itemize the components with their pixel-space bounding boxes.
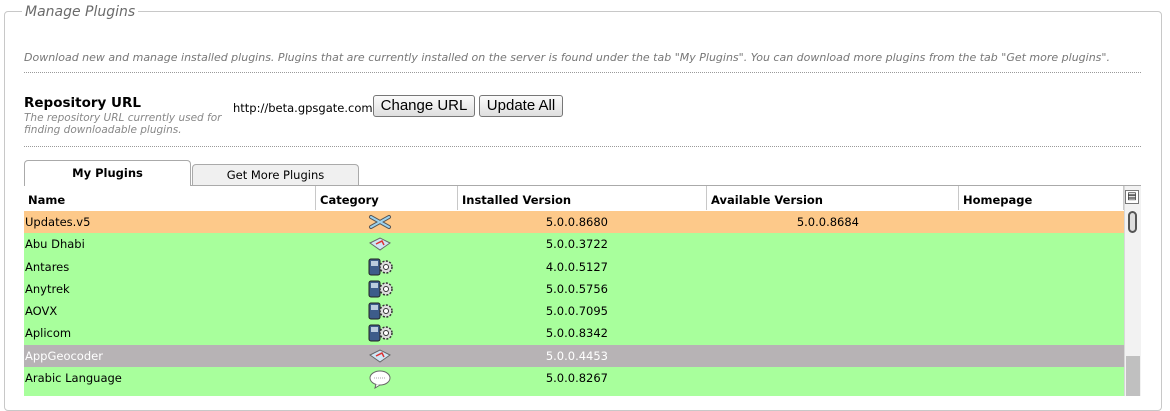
table-row[interactable]: AppGeocoder 5.0.0.4453 xyxy=(24,344,1124,368)
table-body: Updates.v5 5.0.0.8680 5.0.0.8684 Abu Dhabi 5… xyxy=(24,211,1124,396)
table-row[interactable] xyxy=(24,389,1124,396)
scrollbar-thumb[interactable] xyxy=(1128,211,1137,233)
table-row[interactable]: Aplicom 5.0.0.8342 xyxy=(24,322,1124,345)
column-header-homepage[interactable]: Homepage xyxy=(959,186,1124,210)
available-version xyxy=(24,278,859,300)
divider xyxy=(24,146,1141,147)
scrollbar-track xyxy=(1126,356,1140,396)
update-all-button[interactable]: Update All xyxy=(479,95,563,117)
table-row[interactable]: Updates.v5 5.0.0.8680 5.0.0.8684 xyxy=(24,211,1124,234)
table-row[interactable]: Arabic Language 5.0.0.8267 xyxy=(24,367,1124,390)
repository-subtitle: The repository URL currently used for fi… xyxy=(24,112,222,136)
column-header-installed-version[interactable]: Installed Version xyxy=(458,186,707,210)
plugins-table: Name Category Installed Version Availabl… xyxy=(24,185,1141,396)
panel-legend: Manage Plugins xyxy=(22,4,139,20)
table-row[interactable]: Anytrek 5.0.0.5756 xyxy=(24,277,1124,301)
repository-title: Repository URL xyxy=(24,95,141,111)
repository-url: http://beta.gpsgate.com xyxy=(233,101,373,115)
table-row[interactable]: Abu Dhabi 5.0.0.3722 xyxy=(24,233,1124,256)
available-version xyxy=(24,367,859,389)
available-version xyxy=(24,233,859,255)
column-header-name[interactable]: Name xyxy=(24,186,316,210)
table-header: Name Category Installed Version Availabl… xyxy=(24,186,1124,210)
panel-description: Download new and manage installed plugin… xyxy=(24,51,1110,64)
column-header-category[interactable]: Category xyxy=(316,186,458,210)
available-version: 5.0.0.8684 xyxy=(796,215,859,229)
available-version xyxy=(24,322,859,344)
divider xyxy=(24,72,1141,73)
table-row[interactable]: Antares 4.0.0.5127 xyxy=(24,255,1124,278)
column-chooser-icon[interactable]: ▤ xyxy=(1125,190,1139,204)
available-version xyxy=(24,389,859,396)
column-header-available-version[interactable]: Available Version xyxy=(707,186,959,210)
change-url-button[interactable]: Change URL xyxy=(373,95,475,117)
tab-get-more-plugins[interactable]: Get More Plugins xyxy=(192,164,359,185)
table-row[interactable]: AOVX 5.0.0.7095 xyxy=(24,300,1124,323)
available-version xyxy=(24,345,859,367)
tab-my-plugins[interactable]: My Plugins xyxy=(24,160,191,186)
available-version xyxy=(24,256,859,278)
available-version xyxy=(24,300,859,322)
